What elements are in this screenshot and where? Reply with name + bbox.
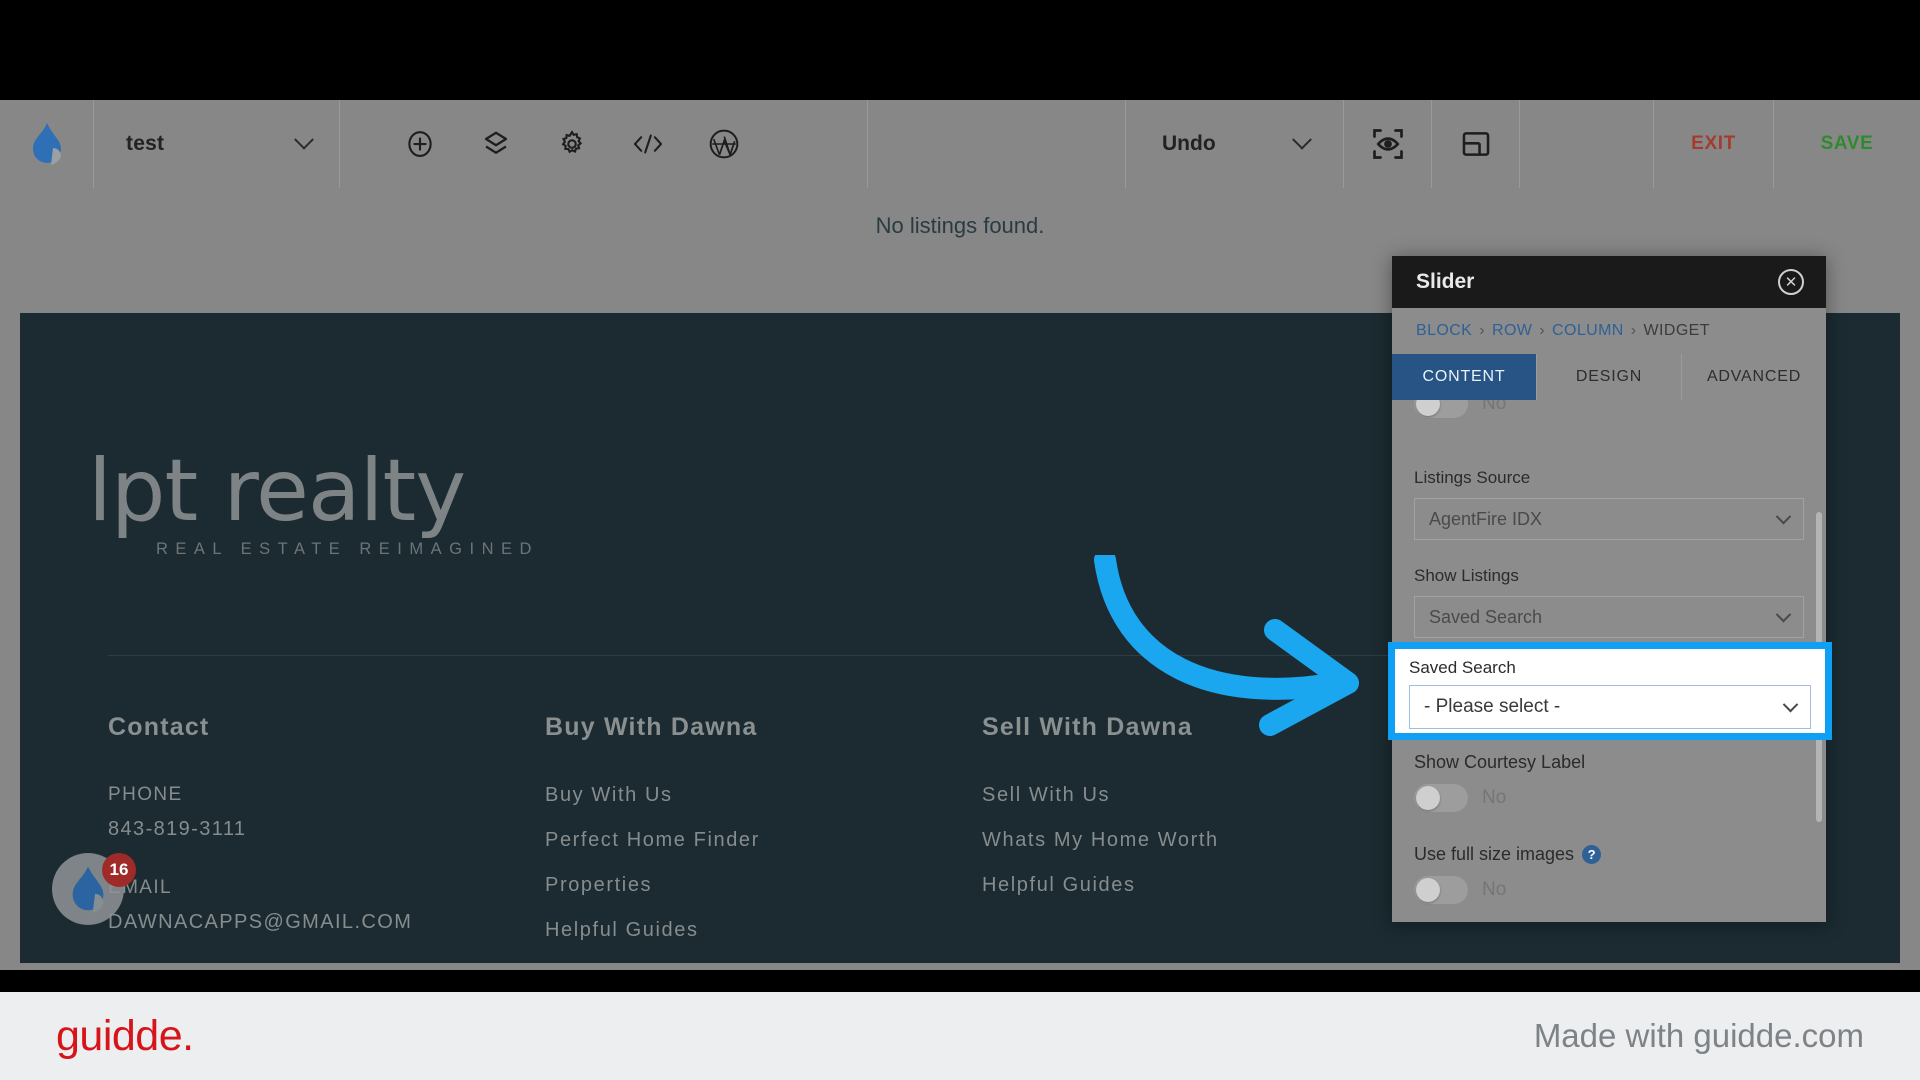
- preview-button[interactable]: [1344, 100, 1432, 188]
- breadcrumb-separator: ›: [1630, 322, 1637, 339]
- breadcrumb: BLOCK › ROW › COLUMN › WIDGET: [1392, 308, 1826, 354]
- letterbox-bottom: [0, 970, 1920, 992]
- wordpress-icon[interactable]: [702, 122, 746, 166]
- saved-search-highlight: Saved Search - Please select -: [1388, 642, 1832, 740]
- listings-source-field: Listings Source AgentFire IDX: [1414, 468, 1804, 540]
- show-courtesy-value: No: [1482, 787, 1507, 808]
- no-listings-message: No listings found.: [875, 213, 1045, 238]
- add-circle-icon[interactable]: [398, 122, 442, 166]
- breadcrumb-item-widget: WIDGET: [1643, 322, 1710, 339]
- save-button[interactable]: SAVE: [1774, 100, 1920, 188]
- layers-icon[interactable]: [474, 122, 518, 166]
- layout-panel-button[interactable]: [1432, 100, 1520, 188]
- use-full-size-images-label: Use full size images ?: [1414, 844, 1806, 865]
- tab-design[interactable]: DESIGN: [1537, 354, 1682, 400]
- guidde-bar: guidde. Made with guidde.com: [0, 992, 1920, 1080]
- show-courtesy-toggle-line: No: [1414, 784, 1806, 812]
- saved-search-label: Saved Search: [1409, 658, 1516, 677]
- listings-source-label: Listings Source: [1414, 468, 1531, 487]
- undo-label: Undo: [1162, 132, 1216, 155]
- site-title-dropdown[interactable]: test: [94, 100, 340, 188]
- panel-lower-toggles: Show Courtesy Label No Use full size ima…: [1414, 752, 1806, 936]
- show-listings-label: Show Listings: [1414, 566, 1519, 585]
- toolbar-spacer: [868, 100, 1126, 188]
- breadcrumb-item-block[interactable]: BLOCK: [1416, 322, 1472, 340]
- panel-title: Slider: [1416, 270, 1475, 293]
- email-label: EMAIL: [108, 877, 173, 898]
- made-with-guidde: Made with guidde.com: [1533, 1017, 1864, 1054]
- show-listings-select[interactable]: Saved Search: [1414, 596, 1804, 638]
- gear-icon[interactable]: [550, 122, 594, 166]
- chevron-down-icon: [1775, 606, 1792, 622]
- agentfire-logo[interactable]: [0, 100, 94, 188]
- show-courtesy-label: Show Courtesy Label: [1414, 752, 1806, 773]
- footer-column-heading: Buy With Dawna: [545, 713, 758, 741]
- undo-dropdown[interactable]: Undo: [1126, 100, 1344, 188]
- close-icon[interactable]: ✕: [1778, 269, 1804, 295]
- breadcrumb-item-row[interactable]: ROW: [1492, 322, 1532, 340]
- use-full-size-value: No: [1482, 879, 1507, 900]
- show-listings-value: Saved Search: [1429, 606, 1543, 627]
- toggle-knob: [1416, 878, 1440, 902]
- chevron-down-icon: [1775, 508, 1792, 524]
- footer-column-heading: Contact: [108, 713, 210, 741]
- scrolled-toggle-value: No: [1482, 400, 1507, 414]
- site-title-label: test: [126, 132, 165, 155]
- footer-column-contact: Contact PHONE 843-819-3111 EMAIL DAWNACA…: [108, 713, 545, 970]
- chevron-down-icon: [1292, 129, 1312, 150]
- help-icon[interactable]: ?: [1582, 845, 1602, 864]
- footer-logo: lpt realty REAL ESTATE REIMAGINED: [88, 441, 539, 559]
- use-full-size-images-row: Use full size images ? No: [1414, 844, 1806, 904]
- flame-logo-icon: [32, 123, 61, 165]
- use-full-size-toggle[interactable]: [1414, 876, 1468, 904]
- footer-link[interactable]: Buy With Us: [545, 784, 982, 807]
- footer-logo-main: lpt realty: [88, 441, 466, 541]
- saved-search-field: Saved Search - Please select -: [1395, 649, 1825, 733]
- saved-search-select[interactable]: - Please select -: [1409, 685, 1811, 729]
- use-full-size-toggle-line: No: [1414, 876, 1806, 904]
- exit-button[interactable]: EXIT: [1654, 100, 1774, 188]
- tab-advanced[interactable]: ADVANCED: [1682, 354, 1826, 400]
- scrolled-toggle-row: No: [1414, 400, 1506, 418]
- use-full-size-images-text: Use full size images: [1414, 844, 1575, 864]
- footer-link[interactable]: Properties: [545, 874, 982, 897]
- listings-source-value: AgentFire IDX: [1429, 508, 1543, 529]
- saved-search-value: - Please select -: [1424, 696, 1561, 717]
- toolbar-gap: [1520, 100, 1654, 188]
- breadcrumb-item-column[interactable]: COLUMN: [1552, 322, 1624, 340]
- panel-header: Slider ✕: [1392, 256, 1826, 308]
- footer-link[interactable]: Perfect Home Finder: [545, 829, 982, 852]
- eye-frame-icon: [1372, 129, 1403, 159]
- breadcrumb-separator: ›: [1479, 322, 1485, 339]
- tab-content[interactable]: CONTENT: [1392, 354, 1537, 400]
- footer-column-buy: Buy With Dawna Buy With Us Perfect Home …: [545, 713, 982, 970]
- letterbox-top: [0, 0, 1920, 100]
- panel-layout-icon: [1462, 132, 1489, 156]
- phone-value[interactable]: 843-819-3111: [108, 818, 545, 841]
- show-courtesy-label-text: Show Courtesy Label: [1414, 752, 1586, 772]
- email-value[interactable]: DAWNACAPPS@GMAIL.COM: [108, 911, 545, 934]
- chevron-down-icon: [1782, 696, 1799, 712]
- show-courtesy-label-row: Show Courtesy Label No: [1414, 752, 1806, 812]
- editor-toolbar: test Undo EXIT SAVE: [0, 100, 1920, 188]
- code-icon[interactable]: [626, 122, 670, 166]
- listings-source-select[interactable]: AgentFire IDX: [1414, 498, 1804, 540]
- toggle-knob: [1416, 400, 1440, 416]
- chevron-down-icon: [294, 129, 314, 150]
- toggle-knob: [1416, 786, 1440, 810]
- breadcrumb-separator: ›: [1539, 322, 1546, 339]
- show-listings-field: Show Listings Saved Search: [1414, 566, 1804, 638]
- panel-tabs: CONTENT DESIGN ADVANCED: [1392, 354, 1826, 400]
- footer-logo-tagline: REAL ESTATE REIMAGINED: [156, 540, 539, 559]
- footer-link[interactable]: Helpful Guides: [545, 919, 982, 942]
- chat-unread-badge: 16: [102, 853, 136, 887]
- toolbar-icon-group: [340, 100, 868, 188]
- phone-label: PHONE: [108, 784, 183, 805]
- guidde-logo: guidde.: [56, 1011, 194, 1060]
- scrolled-toggle[interactable]: [1414, 400, 1468, 418]
- show-courtesy-toggle[interactable]: [1414, 784, 1468, 812]
